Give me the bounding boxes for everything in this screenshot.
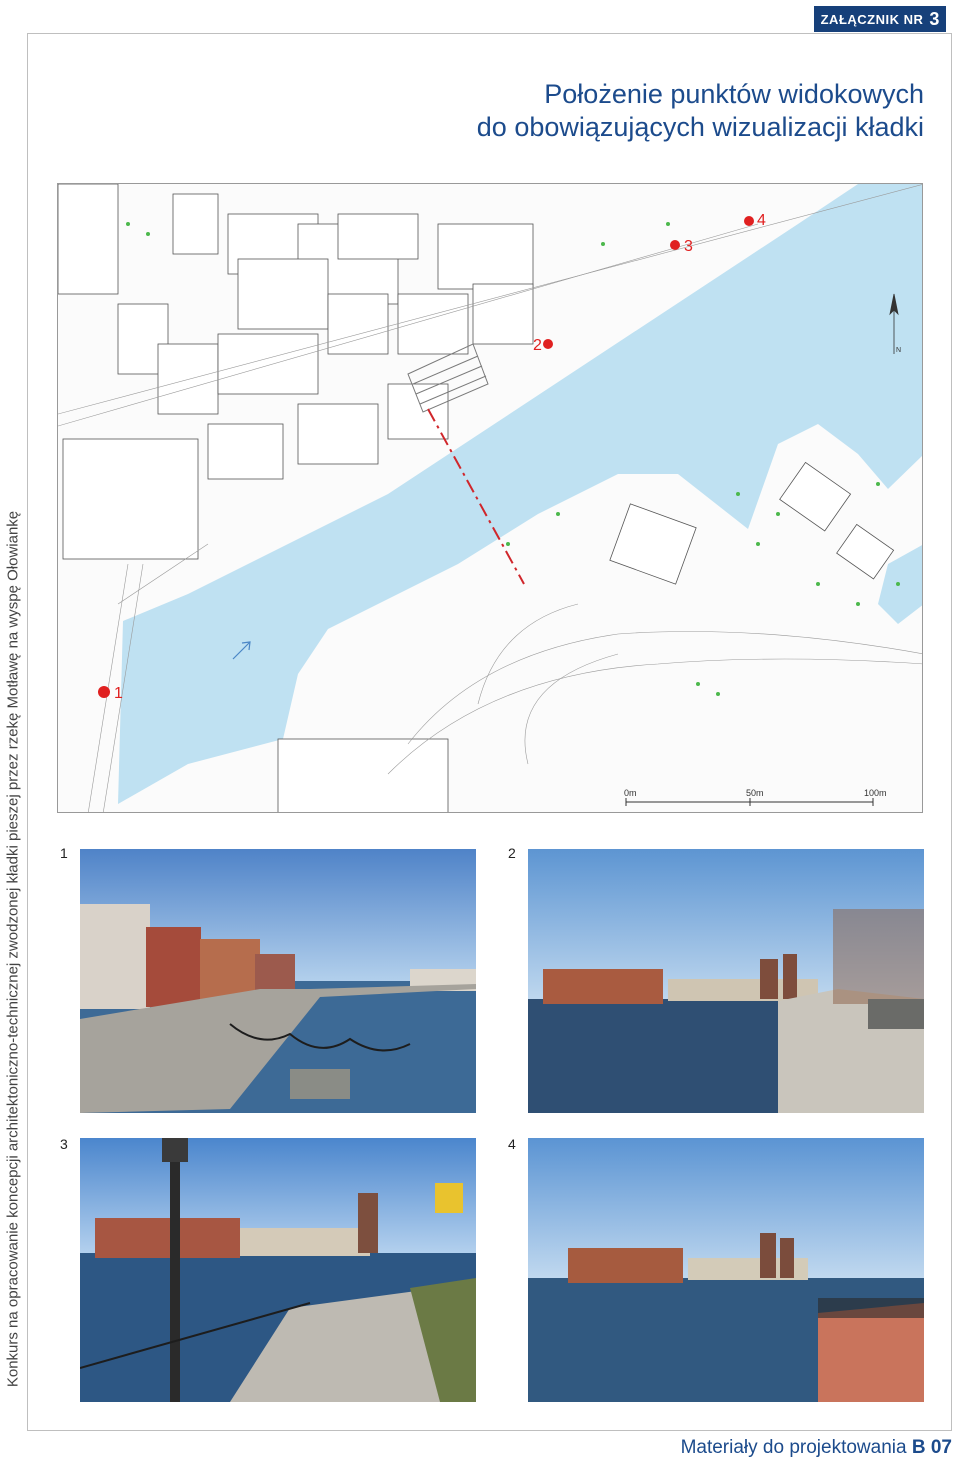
page-title: Położenie punktów widokowych do obowiązu… <box>477 78 924 144</box>
scale-end: 100m <box>864 788 887 798</box>
site-map: 1 2 3 4 N 0m 50m 100m <box>57 183 923 813</box>
annex-badge: ZAŁĄCZNIK NR 3 <box>814 6 946 32</box>
site-map-drawing: 1 2 3 4 N 0m 50m 100m <box>58 184 922 812</box>
competition-title-text: Konkurs na opracowanie koncepcji archite… <box>4 510 22 1388</box>
viewpoint-1-label: 1 <box>114 685 123 702</box>
annex-label: ZAŁĄCZNIK NR <box>820 11 924 27</box>
photo-2 <box>528 849 924 1113</box>
page-footer: Materiały do projektowania B 07 <box>681 1437 952 1459</box>
competition-title-vertical: Konkurs na opracowanie koncepcji archite… <box>0 452 26 1447</box>
footer-page-code: B 07 <box>911 1437 952 1458</box>
photo-1 <box>80 849 476 1113</box>
photo-1-number: 1 <box>60 845 68 861</box>
viewpoint-2-label: 2 <box>533 337 542 354</box>
photo-3 <box>80 1138 476 1402</box>
scale-mid: 50m <box>746 788 764 798</box>
title-line-1: Położenie punktów widokowych <box>544 79 924 109</box>
photo-4-number: 4 <box>508 1136 516 1152</box>
viewpoint-4-label: 4 <box>757 212 766 229</box>
scale-start: 0m <box>624 788 637 798</box>
title-line-2: do obowiązujących wizualizacji kładki <box>476 112 924 142</box>
photo-4 <box>528 1138 924 1402</box>
north-label: N <box>896 347 901 354</box>
photo-2-number: 2 <box>508 845 516 861</box>
photo-3-number: 3 <box>60 1136 68 1152</box>
viewpoint-3-label: 3 <box>684 238 693 255</box>
footer-text: Materiały do projektowania <box>680 1437 907 1458</box>
annex-number: 3 <box>929 8 940 29</box>
